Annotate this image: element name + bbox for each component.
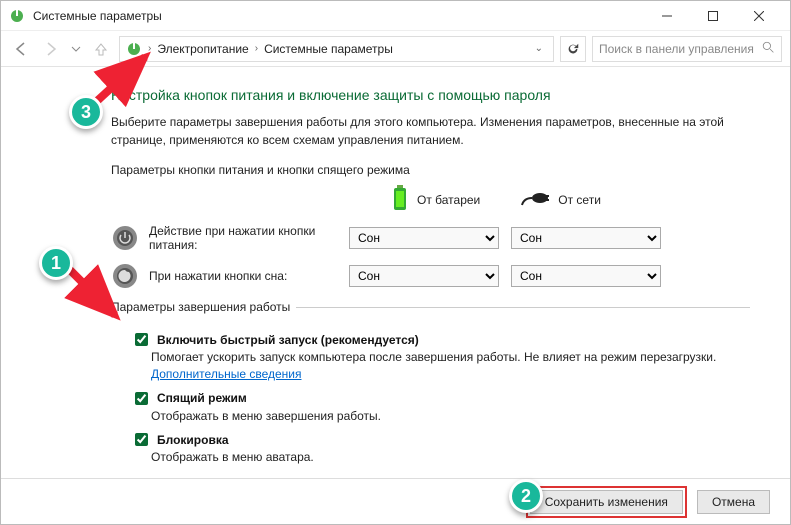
lock-option: Блокировка Отображать в меню аватара. [131,430,750,466]
arrow-3 [93,49,163,109]
callout-3: 3 [69,95,103,129]
cancel-button[interactable]: Отмена [697,490,770,514]
fast-startup-checkbox[interactable] [135,333,148,346]
power-button-label: Действие при нажатии кнопки питания: [149,224,349,252]
sleep-button-battery-select[interactable]: Сон [349,265,499,287]
breadcrumb[interactable]: › Электропитание › Системные параметры ⌄ [119,36,554,62]
app-icon [9,8,25,24]
sleep-option: Спящий режим Отображать в меню завершени… [131,389,750,425]
power-button-action-row: Действие при нажатии кнопки питания: Сон… [111,224,750,252]
fast-startup-title: Включить быстрый запуск (рекомендуется) [157,333,419,347]
battery-column-header: От батареи [391,185,480,214]
sleep-button-action-row: При нажатии кнопки сна: Сон Сон [111,262,750,290]
power-buttons-header: Параметры кнопки питания и кнопки спящег… [111,163,750,177]
battery-icon [391,185,409,214]
refresh-button[interactable] [560,36,586,62]
back-button[interactable] [9,37,33,61]
breadcrumb-item-system[interactable]: Системные параметры [264,42,393,56]
titlebar: Системные параметры [1,1,790,31]
save-button[interactable]: Сохранить изменения [530,490,683,514]
recent-locations-button[interactable] [69,37,83,61]
window-title: Системные параметры [33,9,644,23]
footer: Сохранить изменения Отмена [1,478,790,524]
lock-checkbox[interactable] [135,433,148,446]
breadcrumb-item-power[interactable]: Электропитание [157,42,248,56]
shutdown-settings-legend: Параметры завершения работы [111,300,296,314]
forward-button[interactable] [39,37,63,61]
search-input[interactable]: Поиск в панели управления [592,36,782,62]
power-button-icon [111,224,139,252]
fast-startup-option: Включить быстрый запуск (рекомендуется) … [131,330,750,383]
shutdown-settings-group: Параметры завершения работы Включить быс… [111,300,750,470]
ac-column-header: От сети [520,185,601,214]
sleep-button-label: При нажатии кнопки сна: [149,269,349,283]
maximize-button[interactable] [690,1,736,31]
power-button-battery-select[interactable]: Сон [349,227,499,249]
power-source-headers: От батареи От сети [391,185,750,214]
fast-startup-link[interactable]: Дополнительные сведения [151,367,301,381]
search-icon [762,41,775,57]
breadcrumb-dropdown[interactable]: ⌄ [531,43,547,54]
lock-title: Блокировка [157,433,229,447]
window-controls [644,1,782,31]
sleep-title: Спящий режим [157,391,247,405]
lock-desc: Отображать в меню аватара. [151,449,750,466]
power-button-ac-select[interactable]: Сон [511,227,661,249]
page-description: Выберите параметры завершения работы для… [111,113,750,149]
plug-icon [520,189,550,210]
sleep-desc: Отображать в меню завершения работы. [151,408,750,425]
search-placeholder: Поиск в панели управления [599,42,754,56]
minimize-button[interactable] [644,1,690,31]
callout-2: 2 [509,479,543,513]
page-title: Настройка кнопок питания и включение защ… [111,87,750,103]
ac-label: От сети [558,193,601,207]
sleep-button-ac-select[interactable]: Сон [511,265,661,287]
close-button[interactable] [736,1,782,31]
battery-label: От батареи [417,193,480,207]
chevron-right-icon: › [255,43,258,54]
callout-1: 1 [39,246,73,280]
save-highlight: Сохранить изменения [526,486,687,518]
fast-startup-desc: Помогает ускорить запуск компьютера посл… [151,349,750,383]
sleep-checkbox[interactable] [135,392,148,405]
